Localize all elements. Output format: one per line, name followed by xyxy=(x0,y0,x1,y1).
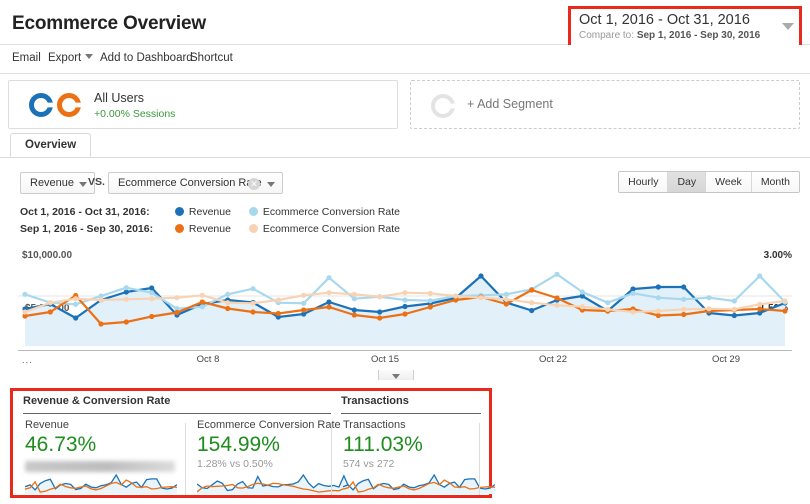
metric-card-transactions[interactable]: Transactions 111.03% 574 vs 272 xyxy=(343,419,499,495)
x-tick-oct-29: Oct 29 xyxy=(712,354,740,365)
page-title: Ecommerce Overview xyxy=(12,13,206,34)
metric-subvalue: 574 vs 272 xyxy=(343,458,395,470)
sparkline-transactions xyxy=(343,472,495,494)
title-bar: Ecommerce Overview Oct 1, 2016 - Oct 31,… xyxy=(0,4,810,48)
panel-gap xyxy=(0,380,810,388)
granularity-month[interactable]: Month xyxy=(751,172,799,192)
timeseries-chart[interactable] xyxy=(18,246,792,346)
granularity-hourly[interactable]: Hourly xyxy=(619,172,669,192)
chevron-down-icon xyxy=(266,182,275,187)
metric-value: 154.99% xyxy=(197,433,280,456)
metric-card-ecommerce-conversion-rate[interactable]: Ecommerce Conversion Rate 154.99% 1.28% … xyxy=(197,419,353,495)
chevron-down-icon xyxy=(392,374,400,379)
sparkline-ecr xyxy=(197,472,349,494)
vs-label: VS. xyxy=(88,176,105,188)
date-range-compare: Compare to: Sep 1, 2016 - Sep 30, 2016 xyxy=(579,29,793,42)
chevron-down-icon[interactable] xyxy=(782,23,794,30)
add-to-dashboard-button[interactable]: Add to Dashboard xyxy=(100,52,193,64)
x-tick-oct-8: Oct 8 xyxy=(196,354,220,365)
tab-strip: Overview xyxy=(0,133,810,158)
legend-dot-revenue-current xyxy=(174,207,184,216)
group-rule-2 xyxy=(341,413,481,414)
compare-range: Sep 1, 2016 - Sep 30, 2016 xyxy=(636,30,761,41)
segment-all-users[interactable]: All Users +0.00% Sessions xyxy=(8,80,398,129)
x-tick-oct-22: Oct 22 xyxy=(539,354,567,365)
donut-placeholder-icon xyxy=(431,94,455,118)
summary-metrics-highlight: Revenue & Conversion Rate Transactions R… xyxy=(10,388,495,498)
metric-primary-label: Revenue xyxy=(30,177,75,189)
chevron-down-icon xyxy=(79,182,88,187)
metric-secondary-label: Ecommerce Conversion Rate xyxy=(118,177,262,189)
legend-date-compare: Sep 1, 2016 - Sep 30, 2016: xyxy=(20,223,154,235)
x-axis-line xyxy=(18,350,792,351)
metric-divider-3 xyxy=(479,423,480,495)
metric-card-revenue[interactable]: Revenue 46.73% xyxy=(25,419,181,495)
metric-subvalue-redacted xyxy=(25,461,175,472)
date-range-main: Oct 1, 2016 - Oct 31, 2016 xyxy=(579,12,750,28)
date-range-selector[interactable]: Oct 1, 2016 - Oct 31, 2016 Compare to: S… xyxy=(571,9,799,45)
group-title-transactions: Transactions xyxy=(341,395,409,407)
sparkline-revenue xyxy=(25,472,177,494)
granularity-toggle-group: Hourly Day Week Month xyxy=(618,171,800,193)
segment-bar: All Users +0.00% Sessions + Add Segment xyxy=(0,75,810,133)
group-title-revenue-conversion: Revenue & Conversion Rate xyxy=(23,395,171,407)
x-tick-oct-15: Oct 15 xyxy=(371,354,399,365)
date-range-highlight: Oct 1, 2016 - Oct 31, 2016 Compare to: S… xyxy=(568,6,802,48)
group-rule-1 xyxy=(23,413,331,414)
legend-dot-ecr-current xyxy=(248,207,258,216)
legend-date-current: Oct 1, 2016 - Oct 31, 2016: xyxy=(20,206,150,218)
metric-label: Revenue xyxy=(25,419,70,431)
donut-blue-icon xyxy=(29,93,53,117)
metric-subvalue: 1.28% vs 0.50% xyxy=(197,458,273,470)
metric-value: 111.03% xyxy=(343,433,423,456)
legend-dot-ecr-compare xyxy=(248,224,258,233)
legend-dot-revenue-compare xyxy=(174,224,184,233)
legend-row-current: Oct 1, 2016 - Oct 31, 2016: Revenue Ecom… xyxy=(20,206,415,223)
segment-donut-icons xyxy=(29,93,85,122)
action-bar: Email Export Add to Dashboard Shortcut xyxy=(0,45,810,113)
segment-sessions-delta: +0.00% Sessions xyxy=(94,108,176,120)
metric-value: 46.73% xyxy=(25,433,97,456)
x-axis-leading-ellipsis: ... xyxy=(22,355,33,366)
metric-selector-primary[interactable]: Revenue xyxy=(20,172,96,194)
export-button[interactable]: Export xyxy=(48,52,94,64)
legend-label-revenue-compare: Revenue xyxy=(188,223,231,235)
add-segment-label: + Add Segment xyxy=(467,97,553,111)
legend-label-ecr-current: Ecommerce Conversion Rate xyxy=(262,206,401,218)
segment-name: All Users xyxy=(94,91,145,105)
granularity-week[interactable]: Week xyxy=(706,172,752,192)
compare-prefix: Compare to: xyxy=(579,30,637,41)
add-segment-button[interactable]: + Add Segment xyxy=(410,80,800,129)
metric-divider-1 xyxy=(185,423,186,495)
legend-label-revenue-current: Revenue xyxy=(188,206,231,218)
tab-overview[interactable]: Overview xyxy=(10,133,92,157)
metric-label: Transactions xyxy=(343,419,406,431)
chart-legend: Oct 1, 2016 - Oct 31, 2016: Revenue Ecom… xyxy=(20,206,415,240)
email-button[interactable]: Email xyxy=(12,52,41,64)
export-label: Export xyxy=(48,52,82,64)
donut-orange-icon xyxy=(57,93,81,117)
clear-secondary-metric-icon[interactable]: ✕ xyxy=(248,178,260,190)
granularity-day[interactable]: Day xyxy=(668,172,707,192)
chevron-down-icon xyxy=(85,54,94,59)
shortcut-button[interactable]: Shortcut xyxy=(190,52,233,64)
chart-panel: Revenue VS. Ecommerce Conversion Rate ✕ … xyxy=(0,158,810,386)
legend-row-compare: Sep 1, 2016 - Sep 30, 2016: Revenue Ecom… xyxy=(20,223,415,240)
metric-label: Ecommerce Conversion Rate xyxy=(197,419,341,431)
metric-divider-2 xyxy=(331,423,332,495)
analytics-report-page: Ecommerce Overview Oct 1, 2016 - Oct 31,… xyxy=(0,0,810,504)
legend-label-ecr-compare: Ecommerce Conversion Rate xyxy=(262,223,401,235)
